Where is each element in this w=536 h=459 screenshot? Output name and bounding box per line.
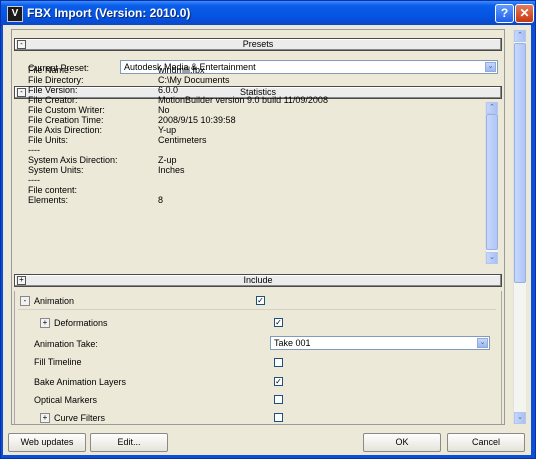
deformations-label: Deformations [54, 318, 108, 328]
web-updates-button[interactable]: Web updates [8, 433, 86, 452]
stat-value: 2008/9/15 10:39:58 [158, 115, 236, 125]
stat-value: 8 [158, 195, 164, 205]
stat-value: No [158, 105, 170, 115]
dialog-client-area: - Presets Current Preset: Autodesk Media… [3, 25, 531, 455]
stat-label: System Units: [28, 165, 84, 175]
stat-label: File Name: [28, 65, 72, 75]
app-icon: V [7, 6, 23, 22]
scroll-thumb[interactable] [514, 43, 526, 283]
scroll-down-icon[interactable]: ⌄ [486, 252, 498, 264]
stat-label: ---- [28, 145, 40, 155]
optical-markers-checkbox[interactable] [274, 395, 283, 404]
animation-checkbox[interactable]: ✓ [256, 296, 265, 305]
deformations-checkbox[interactable]: ✓ [274, 318, 283, 327]
stat-label: File Creator: [28, 95, 78, 105]
animation-label: Animation [34, 296, 75, 306]
window-title: FBX Import (Version: 2010.0) [27, 6, 191, 20]
stat-value: Z-up [158, 155, 177, 165]
help-button[interactable]: ? [495, 4, 514, 23]
stat-value: Centimeters [158, 135, 207, 145]
stat-value: Y-up [158, 125, 177, 135]
statistics-list: File Name: windmill.fbx File Directory: C:\… [16, 65, 496, 266]
stat-label: System Axis Direction: [28, 155, 118, 165]
stat-label: File Custom Writer: [28, 105, 105, 115]
animation-take-value: Take 001 [274, 338, 311, 348]
stat-value: MotionBuilder version 9.0 build 11/09/20… [158, 95, 328, 105]
stat-label: File Units: [28, 135, 69, 145]
statistics-scrollbar[interactable]: ⌃ ⌄ [485, 102, 498, 264]
stat-label: ---- [28, 175, 40, 185]
chevron-down-icon[interactable]: ⌄ [477, 338, 488, 348]
include-header-label: Include [243, 275, 273, 285]
stat-label: Elements: [28, 195, 69, 205]
stat-value: C:\My Documents [158, 75, 230, 85]
deformations-expand-icon[interactable]: + [40, 318, 50, 328]
include-section-header[interactable]: + Include [14, 274, 502, 287]
animation-collapse-icon[interactable]: - [20, 296, 30, 306]
stat-label: File Axis Direction: [28, 125, 103, 135]
settings-panel: - Presets Current Preset: Autodesk Media… [11, 29, 505, 425]
main-scrollbar[interactable]: ⌃ ⌄ [513, 30, 526, 424]
bake-animation-layers-checkbox[interactable]: ✓ [274, 377, 283, 386]
chevron-down-icon[interactable]: ⌄ [485, 62, 496, 72]
curve-filters-expand-icon[interactable]: + [40, 413, 50, 423]
curve-filters-checkbox[interactable] [274, 413, 283, 422]
scroll-down-icon[interactable]: ⌄ [514, 412, 526, 424]
fill-timeline-checkbox[interactable] [274, 358, 283, 367]
stat-value: windmill.fbx [158, 65, 205, 75]
curve-filters-label: Curve Filters [54, 413, 106, 423]
optical-markers-label: Optical Markers [34, 395, 98, 405]
stat-label: File Creation Time: [28, 115, 104, 125]
close-button[interactable]: ✕ [515, 4, 534, 23]
animation-take-label: Animation Take: [34, 339, 98, 349]
stat-label: File Version: [28, 85, 78, 95]
title-bar[interactable]: V FBX Import (Version: 2010.0) ? ✕ [1, 1, 535, 26]
fill-timeline-label: Fill Timeline [34, 357, 82, 367]
stat-value: 6.0.0 [158, 85, 179, 95]
ok-button[interactable]: OK [363, 433, 441, 452]
cancel-button[interactable]: Cancel [447, 433, 525, 452]
bake-animation-layers-label: Bake Animation Layers [34, 377, 127, 387]
presets-header-label: Presets [242, 39, 274, 49]
animation-take-dropdown[interactable]: Take 001 ⌄ [270, 336, 490, 350]
scroll-up-icon[interactable]: ⌃ [514, 30, 526, 42]
edit-button[interactable]: Edit... [90, 433, 168, 452]
stat-label: File content: [28, 185, 78, 195]
scroll-thumb[interactable] [486, 114, 498, 250]
stat-value: Inches [158, 165, 185, 175]
scroll-up-icon[interactable]: ⌃ [486, 102, 498, 114]
presets-section-header[interactable]: - Presets [14, 38, 502, 51]
divider [18, 309, 496, 310]
stat-label: File Directory: [28, 75, 84, 85]
